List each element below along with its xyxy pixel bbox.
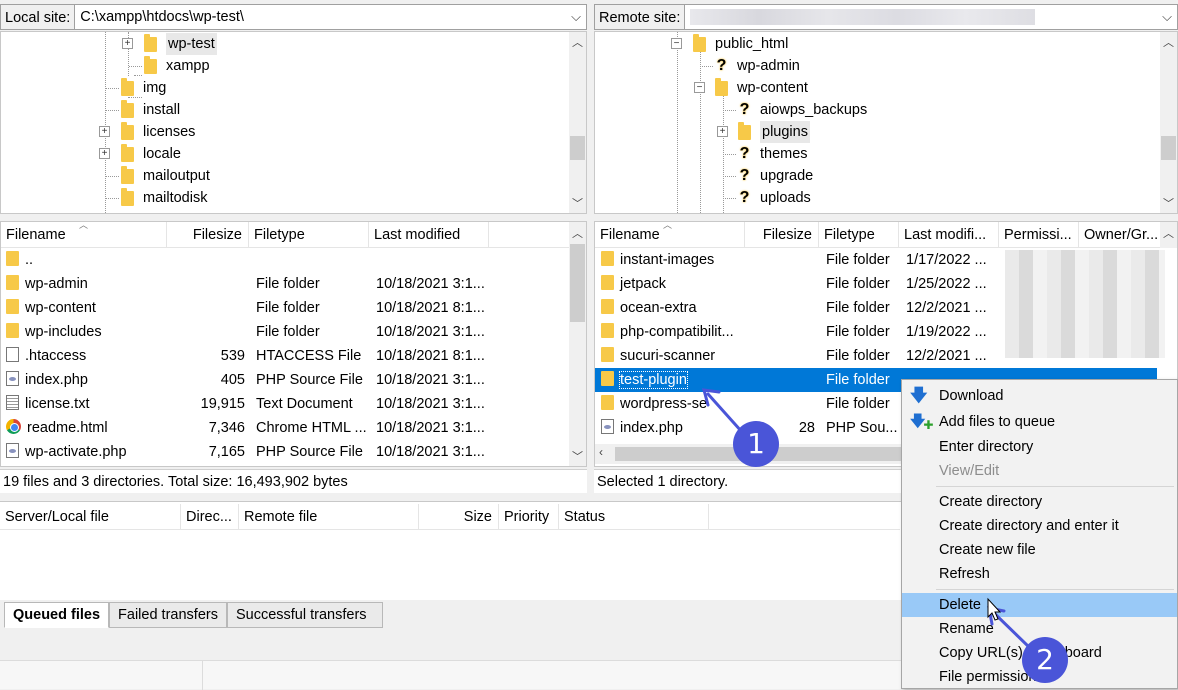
annotation-arrows: [701, 388, 1032, 650]
arrow-1-line: [706, 392, 744, 434]
annotation-badge-2: 2: [1022, 637, 1068, 683]
arrow-2-line: [991, 610, 1032, 650]
annotation-badge-1: 1: [733, 421, 779, 467]
